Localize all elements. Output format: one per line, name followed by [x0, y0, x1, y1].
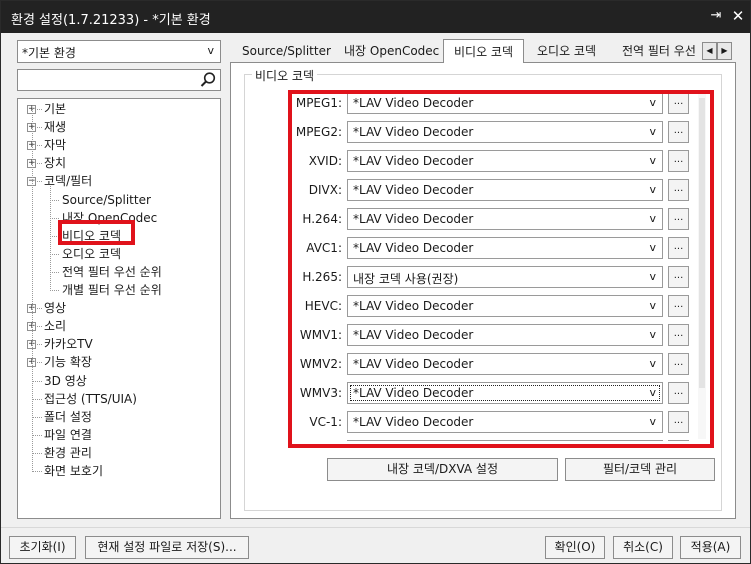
tree-item[interactable]: 장치	[44, 154, 66, 172]
tree-item[interactable]: 카카오TV	[44, 335, 93, 353]
tree-item[interactable]: 기능 확장	[44, 353, 92, 371]
tree-item[interactable]: 개별 필터 우선 순위	[62, 281, 162, 299]
tree-item[interactable]: 오디오 코덱	[62, 245, 121, 263]
preset-value: *기본 환경	[22, 46, 76, 60]
builtin-codec-dxva-button[interactable]: 내장 코덱/DXVA 설정	[327, 458, 558, 481]
tab-audio-codec[interactable]: 오디오 코덱	[537, 42, 596, 63]
search-icon[interactable]	[199, 71, 217, 89]
tree-connector	[37, 163, 42, 165]
tree-connector	[37, 145, 42, 147]
tab-video-codec[interactable]: 비디오 코덱	[443, 39, 524, 64]
tree-connector	[32, 434, 42, 436]
tree-connector	[50, 253, 59, 255]
search-box[interactable]	[17, 69, 221, 91]
tree-connector	[32, 398, 42, 400]
tab-prev-icon[interactable]: ◀	[702, 42, 717, 60]
window-title: 환경 설정(1.7.21233) - *기본 환경	[11, 13, 211, 28]
tab-opencodec[interactable]: 내장 OpenCodec	[344, 42, 439, 63]
tree-item[interactable]: 환경 관리	[44, 444, 92, 462]
apply-button[interactable]: 적용(A)	[680, 536, 741, 559]
tree-connector	[37, 308, 42, 310]
tab-global-filter[interactable]: 전역 필터 우선	[622, 42, 696, 63]
pin-icon[interactable]: ⇥	[707, 7, 725, 25]
tree-connector	[32, 452, 42, 454]
tree-connector	[50, 290, 59, 291]
group-title: 비디오 코덱	[252, 67, 318, 84]
title-bar: 환경 설정(1.7.21233) - *기본 환경 ⇥ ✕	[1, 1, 750, 33]
settings-tree: + 기본 + 재생 + 자막 + 장치 − 코덱/필터 Source/Splitter 내장 Open…	[17, 98, 221, 519]
chevron-down-icon: v	[207, 44, 214, 57]
preset-dropdown[interactable]: *기본 환경 v	[17, 40, 221, 63]
tree-connector	[32, 471, 42, 472]
tree-highlight-box	[58, 220, 135, 245]
tree-guide	[50, 186, 51, 291]
codec-list-highlight-box	[288, 90, 714, 448]
tree-item[interactable]: 폴더 설정	[44, 408, 92, 426]
tree-connector	[50, 217, 59, 219]
tree-item[interactable]: 3D 영상	[44, 372, 87, 390]
tree-connector	[37, 344, 42, 346]
tree-guide	[32, 108, 33, 470]
tree-item[interactable]: Source/Splitter	[62, 191, 151, 209]
reset-button[interactable]: 초기화(I)	[9, 536, 76, 559]
tree-connector	[37, 362, 42, 364]
tree-connector	[32, 416, 42, 418]
search-input[interactable]	[20, 72, 196, 88]
tab-next-icon[interactable]: ▶	[717, 42, 732, 60]
tree-connector	[37, 127, 42, 129]
tree-item[interactable]: 코덱/필터	[44, 172, 92, 190]
tree-connector	[37, 326, 42, 328]
save-settings-file-button[interactable]: 현재 설정 파일로 저장(S)...	[85, 536, 249, 559]
tree-connector	[50, 271, 59, 273]
settings-window: 환경 설정(1.7.21233) - *기본 환경 ⇥ ✕ *기본 환경 v +…	[0, 0, 751, 564]
tree-item[interactable]: 영상	[44, 299, 66, 317]
tree-item[interactable]: 접근성 (TTS/UIA)	[44, 390, 137, 408]
tree-item[interactable]: 기본	[44, 100, 66, 118]
tree-connector	[32, 380, 42, 382]
tree-item[interactable]: 화면 보호기	[44, 462, 103, 480]
tab-strip: Source/Splitter 내장 OpenCodec 비디오 코덱 오디오 …	[230, 38, 736, 64]
footer-divider	[1, 527, 750, 528]
tree-item[interactable]: 파일 연결	[44, 426, 92, 444]
tree-connector	[37, 109, 42, 110]
ok-button[interactable]: 확인(O)	[545, 536, 605, 559]
tree-connector	[50, 199, 59, 201]
tab-source-splitter[interactable]: Source/Splitter	[242, 42, 331, 63]
filter-codec-manage-button[interactable]: 필터/코덱 관리	[565, 458, 715, 481]
tree-connector	[37, 181, 42, 183]
tree-item[interactable]: 자막	[44, 136, 66, 154]
tree-item[interactable]: 전역 필터 우선 순위	[62, 263, 162, 281]
tree-item[interactable]: 소리	[44, 317, 66, 335]
close-icon[interactable]: ✕	[729, 7, 747, 25]
tree-item[interactable]: 재생	[44, 118, 66, 136]
cancel-button[interactable]: 취소(C)	[613, 536, 673, 559]
